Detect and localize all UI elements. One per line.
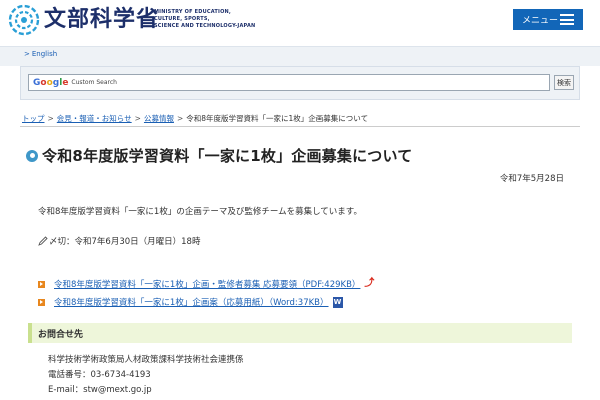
utility-bar [0, 46, 600, 66]
announcement-text: 令和8年度版学習資料「一家に1枚」の企画テーマ及び監修チームを募集しています。 [38, 207, 362, 217]
search-input[interactable]: Google Custom Search [28, 74, 550, 91]
arrow-right-icon: > [24, 50, 30, 58]
breadcrumb-link-top[interactable]: トップ [22, 114, 45, 123]
google-logo: Google [33, 77, 69, 88]
page-title: 令和8年度版学習資料「一家に1枚」企画募集について [42, 147, 413, 165]
contact-department: 科学技術学術政策局人材政策課科学技術社会連携係 [48, 355, 244, 365]
link-bullet-icon [38, 280, 45, 288]
breadcrumb-divider [20, 126, 580, 127]
contact-phone: 電話番号：03-6734-4193 [48, 370, 151, 380]
ministry-en-line: CULTURE, SPORTS, [154, 16, 210, 22]
word-icon: W [332, 296, 343, 308]
deadline-row: 〆切：令和7年6月30日（月曜日）18時 [38, 235, 200, 247]
menu-label: メニュー [522, 16, 559, 26]
pdf-icon: ⤴ [364, 277, 375, 290]
breadcrumb-separator: > [134, 114, 141, 123]
publish-date: 令和7年5月28日 [499, 174, 564, 184]
page-title-block: 令和8年度版学習資料「一家に1枚」企画募集について [26, 145, 412, 166]
link-bullet-icon [38, 298, 45, 306]
site-logo-text[interactable]: 文部科学省 [44, 7, 159, 33]
ministry-english-name: MINISTRY OF EDUCATION, CULTURE, SPORTS, … [154, 9, 264, 30]
breadcrumb-link-public-offering[interactable]: 公募情報 [144, 114, 174, 123]
search-button[interactable]: 検索 [554, 75, 574, 90]
deadline-text: 〆切：令和7年6月30日（月曜日）18時 [49, 237, 201, 247]
breadcrumb-separator: > [47, 114, 54, 123]
ministry-en-line: MINISTRY OF EDUCATION, [154, 9, 232, 15]
english-link[interactable]: > English [24, 50, 57, 58]
ministry-en-line: SCIENCE AND TECHNOLOGY-JAPAN [154, 23, 256, 29]
contact-heading: お問合せ先 [28, 323, 572, 343]
document-link-item: 令和8年度版学習資料「一家に1枚」企画・監修者募集 応募要領（PDF:429KB… [38, 277, 375, 290]
breadcrumb-separator: > [176, 114, 184, 123]
document-link-item: 令和8年度版学習資料「一家に1枚」企画案（応募用紙）（Word:37KB） W [38, 296, 343, 308]
contact-info: 科学技術学術政策局人材政策課科学技術社会連携係 電話番号：03-6734-419… [48, 353, 244, 398]
breadcrumb: トップ > 会見・報道・お知らせ > 公募情報 > 令和8年度版学習資料「一家に1枚」企画募… [22, 113, 368, 124]
english-link-label: English [31, 50, 58, 58]
guideline-pdf-link[interactable]: 令和8年度版学習資料「一家に1枚」企画・監修者募集 応募要領（PDF:429KB… [54, 278, 360, 290]
search-placeholder: Custom Search [71, 79, 117, 86]
contact-email: E-mail：stw@mext.go.jp [48, 385, 152, 395]
hamburger-icon [560, 14, 574, 25]
breadcrumb-current: 令和8年度版学習資料「一家に1枚」企画募集について [186, 114, 369, 123]
breadcrumb-link-news[interactable]: 会見・報道・お知らせ [57, 114, 132, 123]
menu-button[interactable]: メニュー [513, 9, 583, 30]
application-word-link[interactable]: 令和8年度版学習資料「一家に1枚」企画案（応募用紙）（Word:37KB） [54, 296, 329, 308]
mext-logo-icon[interactable] [8, 4, 40, 36]
pencil-icon [38, 236, 48, 246]
title-bullet-icon [26, 149, 38, 162]
